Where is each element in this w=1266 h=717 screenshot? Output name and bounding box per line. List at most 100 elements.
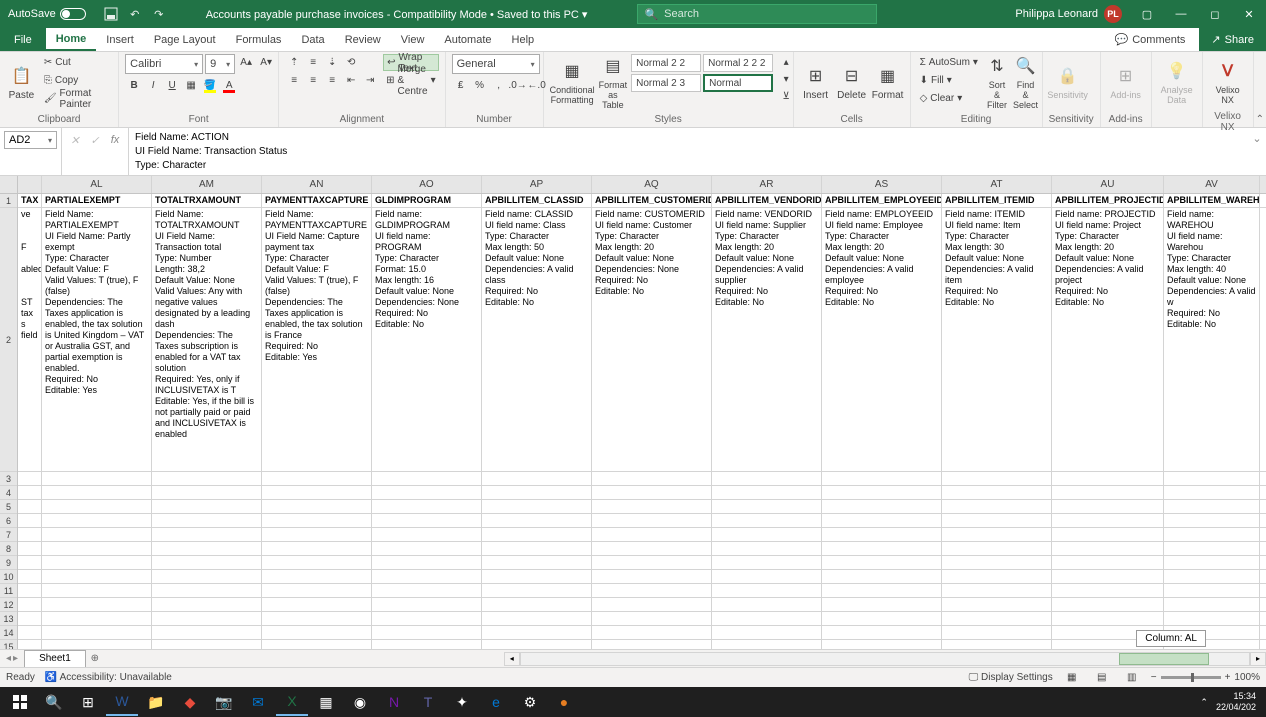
align-bottom-icon[interactable]: ⇣ (323, 54, 341, 71)
style-normal[interactable]: Normal (703, 74, 773, 92)
cell[interactable] (262, 514, 372, 527)
cell[interactable] (1052, 500, 1164, 513)
cell[interactable] (42, 556, 152, 569)
ribbon-options-icon[interactable]: ▢ (1130, 0, 1164, 28)
zoom-slider[interactable] (1161, 676, 1221, 679)
cell[interactable] (822, 612, 942, 625)
app-icon-4[interactable]: ✦ (446, 688, 478, 716)
column-header[interactable]: AM (152, 176, 262, 193)
collapse-ribbon-icon[interactable]: ⌃ (1256, 114, 1264, 125)
sort-filter-button[interactable]: ⇅Sort & Filter (985, 54, 1009, 110)
sheet-nav-last-icon[interactable]: ▸ (13, 653, 18, 664)
underline-icon[interactable]: U (163, 77, 181, 94)
cell[interactable]: APBILLITEM_VENDORID (712, 194, 822, 207)
cell[interactable] (822, 640, 942, 649)
find-select-button[interactable]: 🔍Find & Select (1013, 54, 1038, 110)
style-normal-2-2[interactable]: Normal 2 2 (631, 54, 701, 72)
cut-button[interactable]: ✂ Cut (41, 54, 112, 71)
sheet-tab-sheet1[interactable]: Sheet1 (24, 650, 86, 668)
style-normal-2-2-2[interactable]: Normal 2 2 2 (703, 54, 773, 72)
cell[interactable]: APBILLITEM_CLASSID (482, 194, 592, 207)
clock[interactable]: 15:34 22/04/202 (1216, 691, 1256, 713)
close-icon[interactable]: ✕ (1232, 0, 1266, 28)
cell[interactable] (42, 514, 152, 527)
velixo-button[interactable]: ᐯVelixo NX (1209, 54, 1247, 110)
cell[interactable] (822, 584, 942, 597)
cell[interactable] (152, 514, 262, 527)
cell[interactable] (1164, 570, 1260, 583)
cell[interactable] (942, 542, 1052, 555)
styles-scroll-up-icon[interactable]: ▴ (777, 54, 795, 71)
cell[interactable] (372, 640, 482, 649)
cell[interactable]: Field Name: PARTIALEXEMPT UI Field Name:… (42, 208, 152, 471)
orientation-icon[interactable]: ⟲ (342, 54, 360, 71)
cell[interactable] (942, 570, 1052, 583)
cell[interactable] (1164, 500, 1260, 513)
cell[interactable] (152, 570, 262, 583)
cell[interactable] (42, 486, 152, 499)
cell[interactable] (18, 542, 42, 555)
cell[interactable] (942, 486, 1052, 499)
increase-decimal-icon[interactable]: .0→ (509, 77, 527, 94)
scrollbar-track[interactable] (520, 652, 1250, 666)
minimize-icon[interactable]: — (1164, 0, 1198, 28)
cell[interactable] (1052, 472, 1164, 485)
search-taskbar-icon[interactable]: 🔍 (38, 688, 70, 716)
number-format-combo[interactable]: General▾ (452, 54, 540, 74)
cell[interactable] (592, 472, 712, 485)
cell[interactable]: Field name: CLASSID UI field name: Class… (482, 208, 592, 471)
cell[interactable] (372, 500, 482, 513)
font-name-combo[interactable]: Calibri▾ (125, 54, 203, 74)
cell[interactable] (372, 570, 482, 583)
cell[interactable] (592, 640, 712, 649)
align-right-icon[interactable]: ≡ (323, 72, 341, 89)
cell[interactable] (482, 514, 592, 527)
insert-function-icon[interactable]: fx (106, 131, 124, 149)
cell[interactable] (592, 528, 712, 541)
row-header[interactable]: 1 (0, 194, 17, 208)
cell[interactable] (152, 472, 262, 485)
tray-chevron-icon[interactable]: ⌃ (1200, 697, 1208, 708)
cell[interactable]: APBILLITEM_PROJECTID (1052, 194, 1164, 207)
zoom-control[interactable]: − + 100% (1151, 672, 1260, 683)
row-header[interactable]: 15 (0, 640, 17, 649)
cell[interactable] (152, 542, 262, 555)
sheet-nav-first-icon[interactable]: ◂ (6, 653, 11, 664)
cell[interactable] (42, 626, 152, 639)
autosave-toggle[interactable]: AutoSave (0, 8, 94, 20)
cell[interactable] (822, 570, 942, 583)
tab-home[interactable]: Home (46, 28, 97, 51)
cell[interactable] (372, 472, 482, 485)
cell[interactable] (482, 584, 592, 597)
cell[interactable] (482, 570, 592, 583)
cell[interactable] (18, 640, 42, 649)
zoom-in-icon[interactable]: + (1225, 672, 1231, 683)
cell[interactable] (1052, 598, 1164, 611)
cell[interactable] (592, 584, 712, 597)
cell[interactable] (482, 640, 592, 649)
cell[interactable] (262, 472, 372, 485)
cell[interactable] (482, 542, 592, 555)
clear-button[interactable]: ◇ Clear ▾ (917, 90, 981, 107)
cell[interactable] (262, 556, 372, 569)
row-header[interactable]: 12 (0, 598, 17, 612)
document-title[interactable]: Accounts payable purchase invoices - Com… (176, 8, 618, 21)
file-explorer-icon[interactable]: 📁 (140, 688, 172, 716)
tab-view[interactable]: View (391, 28, 435, 51)
cell[interactable] (592, 542, 712, 555)
decrease-indent-icon[interactable]: ⇤ (342, 72, 360, 89)
cell[interactable]: Field name: CUSTOMERID UI field name: Cu… (592, 208, 712, 471)
maximize-icon[interactable]: ◻ (1198, 0, 1232, 28)
cell[interactable] (372, 626, 482, 639)
cell[interactable] (482, 626, 592, 639)
cell[interactable] (1052, 584, 1164, 597)
account-button[interactable]: Philippa Leonard PL (1007, 5, 1130, 23)
cell[interactable] (372, 598, 482, 611)
tab-review[interactable]: Review (335, 28, 391, 51)
row-header[interactable]: 4 (0, 486, 17, 500)
zoom-value[interactable]: 100% (1234, 672, 1260, 683)
align-left-icon[interactable]: ≡ (285, 72, 303, 89)
column-header[interactable]: AR (712, 176, 822, 193)
cell[interactable] (1164, 472, 1260, 485)
cell[interactable] (482, 556, 592, 569)
